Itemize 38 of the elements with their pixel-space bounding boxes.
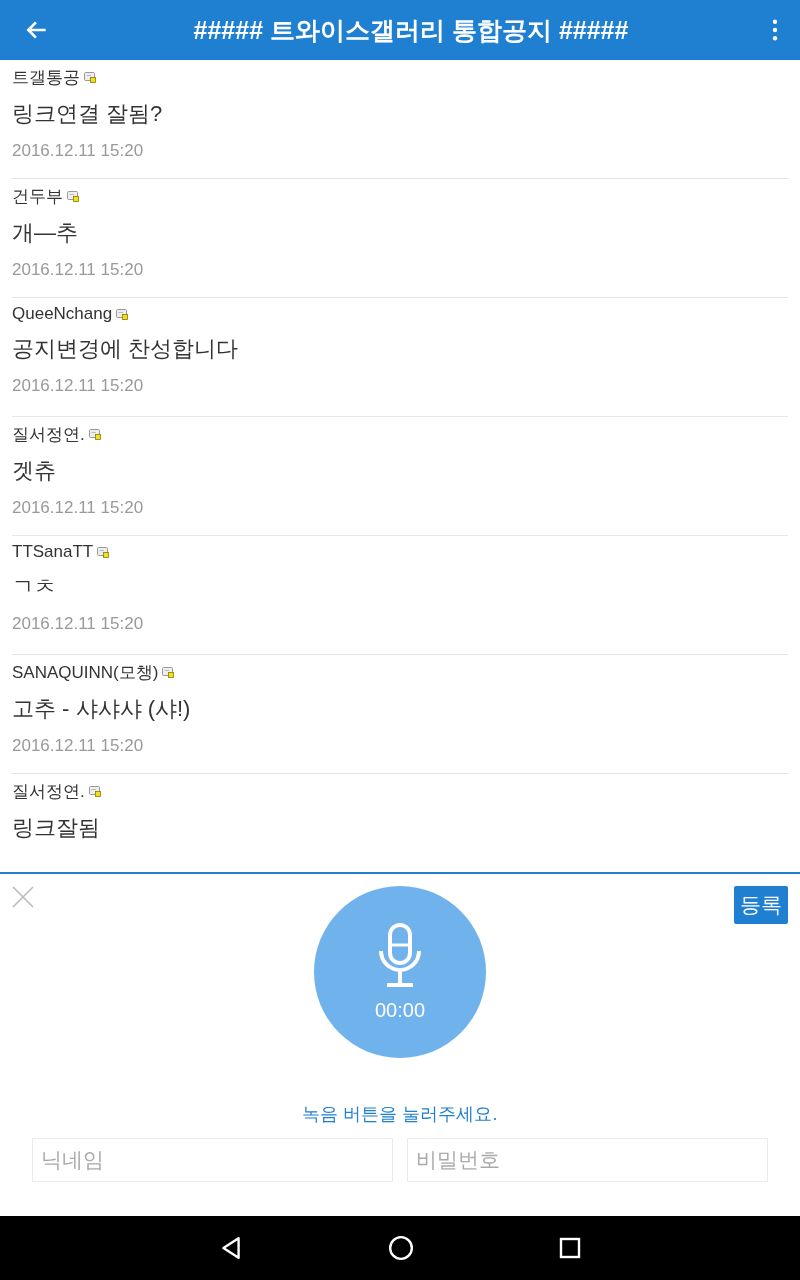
comment-author: 질서정연.	[12, 781, 85, 803]
comment-time: 2016.12.11 15:20	[12, 614, 145, 634]
home-icon[interactable]	[388, 1235, 414, 1261]
card-icon	[88, 786, 101, 797]
comment-time: 2016.12.11 15:20	[12, 498, 145, 518]
card-icon	[97, 546, 110, 558]
card-icon	[67, 191, 79, 202]
comment-author: QueeNchang	[12, 304, 113, 324]
recents-icon[interactable]	[558, 1236, 582, 1260]
comment-text: 링크연결 잘됨?	[12, 100, 164, 128]
comment-time: 2016.12.11 15:20	[12, 736, 145, 756]
comment-text: 링크잘됨	[12, 814, 101, 842]
comment-author: 트갤통공	[12, 67, 80, 89]
comment-text: 개—추	[12, 219, 79, 247]
comment-text: 겟츄	[12, 457, 57, 485]
submit-button[interactable]: 등록	[734, 886, 788, 924]
card-icon	[162, 667, 175, 678]
comment-author: TTSanaTT	[12, 542, 94, 562]
card-icon	[88, 429, 101, 440]
nickname-field[interactable]: 닉네임	[32, 1138, 393, 1182]
record-button[interactable]: 00:00	[314, 886, 486, 1058]
comment-time: 2016.12.11 15:20	[12, 376, 145, 396]
comment-time: 2016.12.11 15:20	[12, 260, 145, 280]
comment-time: 2016.12.11 15:20	[12, 141, 145, 161]
comment-author: 질서정연.	[12, 424, 85, 446]
comment-text: ㄱㅊ	[12, 573, 57, 601]
card-icon	[84, 72, 96, 83]
screen-title: ##### 트와이스갤러리 통합공지 #####	[192, 14, 630, 46]
record-timer: 00:00	[374, 998, 426, 1022]
comment-text: 고추 - 샤샤샤 (샤!)	[12, 695, 192, 723]
password-field[interactable]: 비밀번호	[407, 1138, 768, 1182]
more-options-icon[interactable]	[772, 19, 778, 41]
comment-text: 공지변경에 찬성합니다	[12, 335, 240, 363]
comment-author: 건두부	[12, 186, 63, 208]
comment-author: SANAQUINN(모챙)	[12, 662, 159, 684]
microphone-icon	[378, 922, 422, 989]
record-prompt: 녹음 버튼을 눌러주세요.	[301, 1103, 499, 1126]
card-icon	[116, 308, 129, 320]
